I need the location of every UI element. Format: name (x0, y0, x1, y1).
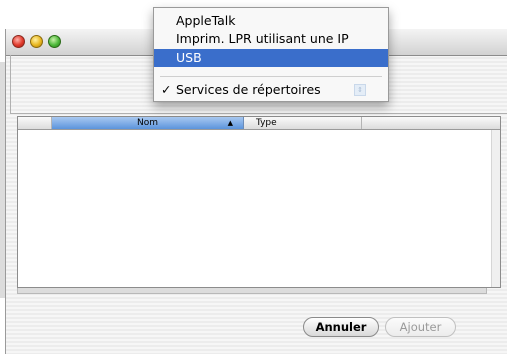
checkmark-icon: ✓ (161, 82, 172, 97)
printer-list-table[interactable]: Nom ▲ Type (17, 116, 501, 288)
column-header-label: Nom (136, 118, 158, 128)
column-header-type[interactable]: Type (244, 117, 362, 129)
menu-item-label: Imprim. LPR utilisant une IP (176, 31, 349, 46)
menu-item-label: Services de répertoires (176, 82, 321, 97)
sort-ascending-icon: ▲ (227, 119, 233, 127)
menu-item-label: USB (176, 50, 202, 65)
menu-item-directory-services[interactable]: ✓ Services de répertoires ⇕ (154, 81, 388, 99)
menu-item-appletalk[interactable]: AppleTalk (154, 12, 388, 30)
column-header-label: Type (256, 118, 277, 128)
column-header-blank[interactable] (18, 117, 52, 129)
menu-item-lpr-ip[interactable]: Imprim. LPR utilisant une IP (154, 30, 388, 48)
cancel-button[interactable]: Annuler (303, 317, 379, 337)
popup-arrows-icon: ⇕ (354, 84, 366, 96)
table-header: Nom ▲ Type (18, 117, 500, 130)
column-header-nom[interactable]: Nom ▲ (52, 117, 244, 129)
menu-separator (160, 76, 382, 77)
menu-item-usb[interactable]: USB (154, 49, 388, 67)
close-icon[interactable] (12, 35, 25, 48)
table-footer (17, 288, 487, 294)
vertical-scrollbar[interactable] (491, 130, 500, 287)
connection-type-menu[interactable]: AppleTalk Imprim. LPR utilisant une IP U… (153, 7, 389, 102)
minimize-icon[interactable] (30, 35, 43, 48)
menu-item-label: AppleTalk (176, 13, 236, 28)
add-button[interactable]: Ajouter (385, 317, 456, 337)
zoom-icon[interactable] (48, 35, 61, 48)
